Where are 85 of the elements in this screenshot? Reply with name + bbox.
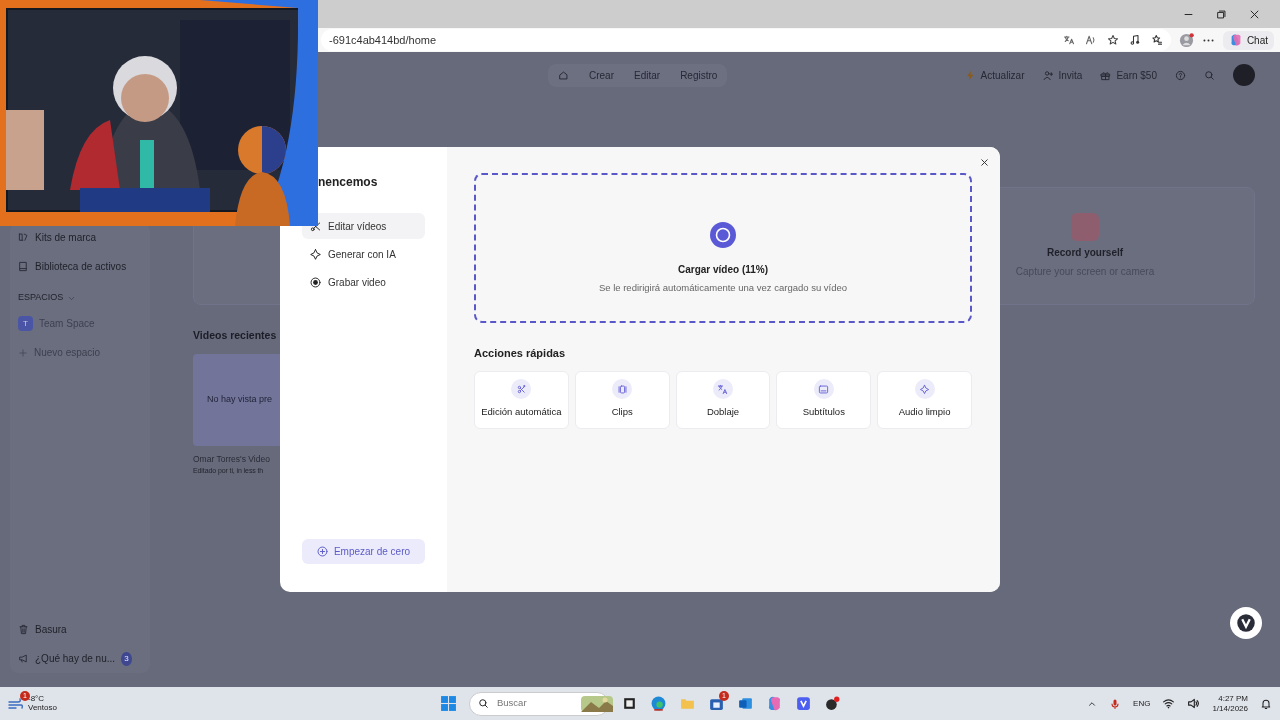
nav-link[interactable]: Crear — [589, 67, 614, 83]
preview-text: No hay vista pre — [207, 393, 273, 406]
read-aloud-icon[interactable] — [1084, 34, 1097, 46]
star-icon[interactable] — [1106, 34, 1119, 46]
v-app-icon[interactable] — [795, 695, 812, 712]
search-icon — [478, 698, 489, 709]
upload-dropzone[interactable]: Cargar vídeo (11%) Se le redirigirá automáticamente una vez cargado su vídeo — [474, 173, 972, 323]
v-logo-icon — [1236, 613, 1256, 633]
megaphone-icon — [18, 653, 29, 664]
close-icon[interactable] — [1249, 8, 1260, 20]
section-heading: Acciones rápidas — [474, 346, 567, 361]
subtitles-icon — [818, 383, 830, 395]
plus-icon — [18, 347, 28, 358]
nav-action-link[interactable]: Actualizar — [964, 67, 1025, 83]
chat-bubble-button[interactable] — [1230, 607, 1262, 639]
home-icon[interactable] — [558, 69, 569, 81]
add-user-icon — [1042, 69, 1054, 81]
quick-action-card[interactable]: Clips — [574, 370, 670, 429]
quick-action-card[interactable]: Audio limpio — [877, 370, 972, 429]
favorites-icon[interactable] — [1150, 34, 1163, 46]
notification-bell-icon[interactable] — [1260, 697, 1272, 710]
card-title: Record yourself — [1046, 246, 1124, 260]
sidebar-item[interactable]: Biblioteca de activos — [18, 252, 142, 281]
sidebar-item[interactable]: Kits de marca — [18, 223, 142, 252]
plus-circle-icon — [316, 546, 328, 557]
address-bar[interactable]: -691c4ab414bd/home — [321, 29, 1171, 51]
brand-kit-icon — [18, 232, 29, 243]
modal-title: nencemos — [317, 174, 379, 191]
trash-icon — [18, 624, 29, 635]
space-avatar: T — [18, 316, 33, 331]
microphone-icon[interactable] — [1109, 697, 1122, 710]
clock[interactable]: 4:27 PM 1/14/2026 — [1212, 694, 1248, 713]
count-badge: 3 — [121, 651, 132, 666]
sidebar-item[interactable]: Basura — [18, 615, 142, 644]
edge-icon[interactable] — [650, 695, 667, 712]
user-avatar[interactable] — [1233, 64, 1255, 86]
copilot-icon[interactable] — [766, 695, 783, 712]
magic-scissors-icon — [515, 383, 527, 395]
date-text: 1/14/2026 — [1212, 703, 1248, 713]
temperature-text: -8°C — [28, 695, 46, 704]
windows-icon[interactable] — [440, 695, 457, 712]
time-text: 4:27 PM — [1218, 694, 1248, 704]
music-icon[interactable] — [1128, 34, 1141, 46]
quick-action-card[interactable]: Subtítulos — [776, 370, 872, 429]
video-title: Omar Torres's Video — [193, 452, 271, 466]
spinner-icon — [710, 222, 736, 248]
speaker-icon[interactable] — [1187, 697, 1201, 710]
upload-subtitle: Se le redirigirá automáticamente una vez cargado su vídeo — [598, 281, 848, 295]
nav-link[interactable]: Registro — [680, 67, 718, 83]
outlook-icon[interactable] — [737, 695, 754, 712]
task-view-icon[interactable] — [621, 695, 638, 712]
translate-icon — [717, 383, 729, 395]
gift-icon — [1100, 69, 1112, 81]
sparkle-icon — [310, 248, 321, 260]
camera-person-icon — [1071, 213, 1099, 241]
quick-action-card[interactable]: Edición automática — [474, 370, 569, 429]
quick-action-card[interactable]: Doblaje — [675, 370, 771, 429]
search-icon[interactable] — [1204, 69, 1215, 81]
clips-icon — [616, 383, 628, 395]
restore-icon[interactable] — [1216, 8, 1227, 20]
menu-item[interactable]: Generar con IA — [302, 241, 425, 267]
section-heading: Videos recientes — [193, 328, 278, 343]
menu-item[interactable]: Grabar video — [302, 269, 425, 295]
start-button[interactable]: Empezar de cero — [302, 539, 425, 564]
search-field[interactable]: Buscar — [495, 695, 575, 712]
translate-icon[interactable] — [1062, 34, 1075, 46]
help-icon[interactable] — [1175, 69, 1186, 81]
weather-condition: Ventoso — [28, 703, 57, 712]
book-icon — [18, 261, 29, 272]
url-text: -691c4ab414bd/home — [329, 32, 438, 48]
copilot-icon — [1228, 33, 1243, 47]
record-icon — [310, 276, 321, 288]
sidebar-item[interactable]: ¿Qué hay de nu... — [35, 651, 116, 666]
close-icon — [979, 157, 990, 168]
section-header[interactable]: ESPACIOS — [18, 287, 142, 309]
sparkle-icon — [919, 383, 931, 395]
language-indicator[interactable]: ENG — [1133, 697, 1151, 710]
wifi-icon[interactable] — [1162, 697, 1176, 710]
nav-action-link[interactable]: Invita — [1042, 67, 1083, 83]
chat-button[interactable]: Chat — [1222, 30, 1274, 50]
nav-link[interactable]: Editar — [634, 67, 661, 83]
upload-title: Cargar vídeo (11%) — [677, 263, 768, 277]
nav-action-link[interactable]: Earn $50 — [1100, 67, 1157, 83]
profile-icon[interactable] — [1178, 32, 1194, 48]
menu-item[interactable]: Editar vídeos — [302, 213, 425, 239]
